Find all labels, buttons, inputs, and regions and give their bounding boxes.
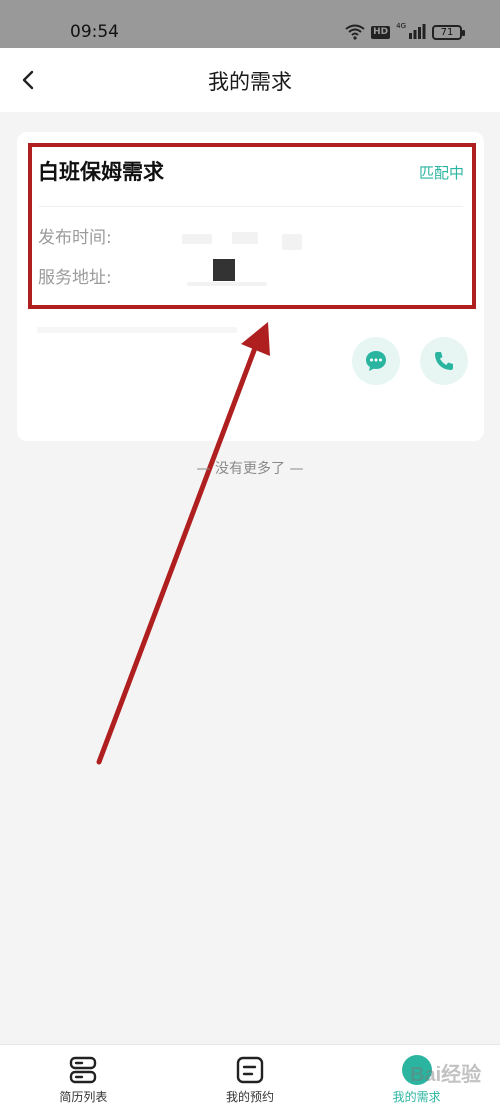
tab-label: 简历列表 — [59, 1090, 108, 1104]
signal-type-label: 4G — [396, 22, 406, 30]
tab-label: 我的需求 — [392, 1090, 441, 1104]
redacted-text — [182, 234, 212, 244]
status-icons: HD 4G 71 — [345, 20, 465, 44]
redacted-text — [187, 282, 267, 286]
battery-level: 71 — [440, 26, 454, 38]
page-title: 我的需求 — [208, 70, 292, 94]
tab-my-appointments[interactable]: 我的预约 — [167, 1045, 334, 1111]
message-button[interactable] — [352, 337, 400, 385]
app-header: 我的需求 — [0, 48, 500, 112]
redacted-text — [37, 327, 237, 333]
tab-my-demands[interactable]: 我的需求 — [333, 1045, 500, 1111]
hd-icon: HD — [371, 25, 391, 39]
card-divider — [38, 206, 463, 207]
status-time: 09:54 — [70, 22, 119, 42]
call-button[interactable] — [420, 337, 468, 385]
redacted-text — [282, 234, 302, 250]
signal-icon — [409, 24, 426, 39]
bottom-nav: 简历列表 我的预约 我的需求 — [0, 1044, 500, 1111]
tab-label: 我的预约 — [226, 1090, 275, 1104]
no-more-text: — 没有更多了 — — [196, 461, 304, 477]
chat-bubble-icon — [366, 351, 386, 371]
demand-title: 白班保姆需求 — [38, 160, 164, 184]
tab-resume-list[interactable]: 简历列表 — [0, 1045, 167, 1111]
service-address-label: 服务地址: — [38, 268, 112, 288]
status-bar: 09:54 HD 4G 71 — [0, 0, 500, 48]
redaction-block — [213, 259, 235, 281]
redacted-text — [232, 232, 258, 244]
publish-time-label: 发布时间: — [38, 228, 112, 248]
resume-list-icon — [67, 1054, 99, 1086]
battery-icon: 71 — [432, 24, 465, 40]
appointment-icon — [234, 1054, 266, 1086]
status-badge: 匹配中 — [418, 164, 464, 182]
demand-card[interactable]: 白班保姆需求 匹配中 发布时间: 服务地址: — [17, 132, 484, 441]
my-demand-icon — [401, 1054, 433, 1086]
wifi-icon — [345, 24, 365, 40]
phone-icon — [435, 352, 453, 370]
